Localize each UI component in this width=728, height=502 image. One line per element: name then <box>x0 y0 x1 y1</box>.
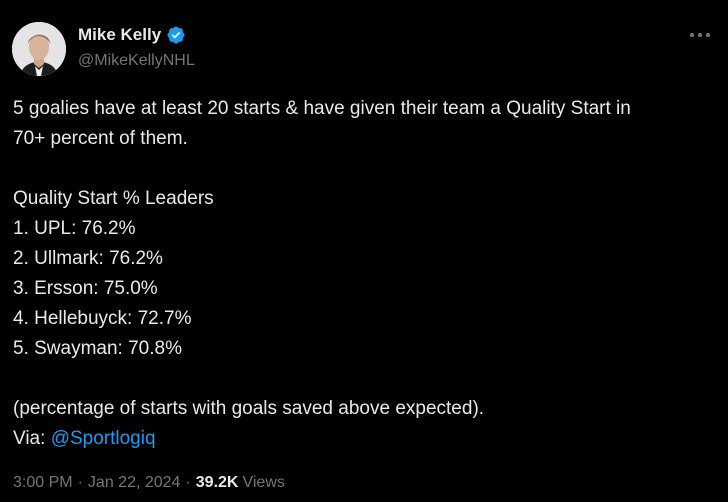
tweet-text: 5 goalies have at least 20 starts & have… <box>13 94 721 454</box>
tweet-time[interactable]: 3:00 PM <box>13 472 73 494</box>
leader-item: 3. Ersson: 75.0% <box>13 278 158 299</box>
person-photo-icon <box>12 22 66 76</box>
author-name-row: Mike Kelly <box>78 25 186 45</box>
tweet-note: (percentage of starts with goals saved a… <box>13 398 485 419</box>
leader-item: 2. Ullmark: 76.2% <box>13 248 163 269</box>
via-label: Via: <box>13 428 46 449</box>
views-label: Views <box>242 474 285 491</box>
leader-item: 1. UPL: 76.2% <box>13 218 136 239</box>
views-count[interactable]: 39.2K <box>196 472 239 494</box>
leaders-title: Quality Start % Leaders <box>13 188 214 209</box>
tweet-intro-line-1: 5 goalies have at least 20 starts & have… <box>13 98 631 119</box>
verified-badge-icon[interactable] <box>166 25 186 45</box>
via-line: Via: @Sportlogiq <box>13 424 721 454</box>
sportlogiq-mention-link[interactable]: @Sportlogiq <box>51 428 156 449</box>
tweet-meta: 3:00 PM · Jan 22, 2024 · 39.2K Views <box>13 472 285 494</box>
tweet-card: Mike Kelly @MikeKellyNHL 5 goalies have … <box>0 0 728 502</box>
author-handle[interactable]: @MikeKellyNHL <box>78 51 195 71</box>
meta-separator: · <box>185 474 191 491</box>
meta-separator: · <box>77 474 83 491</box>
leader-item: 5. Swayman: 70.8% <box>13 338 182 359</box>
tweet-intro-line-2: 70+ percent of them. <box>13 128 188 149</box>
avatar[interactable] <box>12 22 66 76</box>
leader-item: 4. Hellebuyck: 72.7% <box>13 308 192 329</box>
more-horizontal-icon[interactable] <box>686 24 714 46</box>
author-display-name[interactable]: Mike Kelly <box>78 25 161 45</box>
tweet-date[interactable]: Jan 22, 2024 <box>88 472 181 494</box>
